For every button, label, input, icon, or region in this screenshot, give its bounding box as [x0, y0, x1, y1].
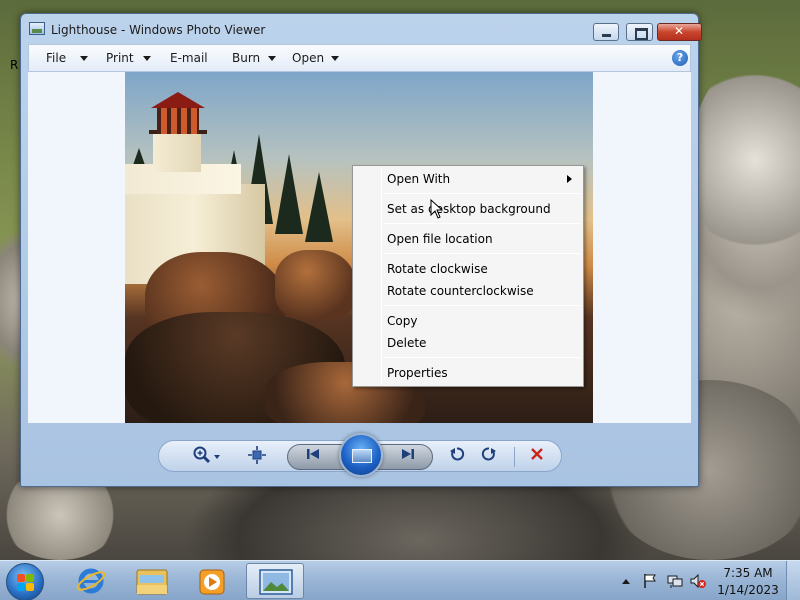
title-bar[interactable]: Lighthouse - Windows Photo Viewer: [21, 14, 702, 42]
windows-media-player-icon[interactable]: [183, 563, 241, 599]
context-menu-set-desktop-background[interactable]: Set as desktop background: [387, 202, 551, 216]
rotate-counterclockwise-icon[interactable]: [445, 445, 469, 467]
minimize-button[interactable]: [593, 23, 619, 41]
actual-size-icon[interactable]: [245, 445, 269, 467]
menu-bar: File Print E-mail Burn Open ?: [28, 44, 691, 72]
context-menu-delete[interactable]: Delete: [387, 336, 426, 350]
context-menu-copy[interactable]: Copy: [387, 314, 417, 328]
toolbar-divider: [514, 447, 515, 467]
rock-shape: [275, 250, 355, 320]
viewer-toolbar: [158, 433, 562, 477]
chevron-down-icon[interactable]: [80, 56, 88, 61]
windows-photo-viewer-icon[interactable]: [246, 563, 304, 599]
menu-file[interactable]: File: [46, 51, 66, 65]
chevron-right-icon: [567, 175, 572, 183]
tree-shape: [305, 172, 333, 242]
zoom-icon[interactable]: [187, 445, 217, 467]
close-button[interactable]: [657, 23, 702, 41]
desktop-text-fragment: R: [10, 58, 19, 72]
slideshow-icon[interactable]: [339, 433, 383, 477]
previous-icon[interactable]: [301, 445, 325, 467]
menu-separator: [383, 305, 581, 306]
context-menu-open-file-location[interactable]: Open file location: [387, 232, 493, 246]
show-desktop-button[interactable]: [786, 561, 800, 600]
menu-separator: [383, 253, 581, 254]
context-menu: Open With Set as desktop background Open…: [352, 165, 584, 387]
chevron-down-icon[interactable]: [214, 455, 220, 459]
context-menu-rotate-clockwise[interactable]: Rotate clockwise: [387, 262, 488, 276]
chevron-down-icon[interactable]: [143, 56, 151, 61]
windows-explorer-icon[interactable]: [123, 563, 181, 599]
next-icon[interactable]: [396, 445, 420, 467]
menu-open[interactable]: Open: [292, 51, 324, 65]
network-icon[interactable]: [667, 573, 683, 589]
maximize-button[interactable]: [626, 23, 653, 41]
menu-separator: [383, 223, 581, 224]
lighthouse-tower: [153, 132, 201, 172]
volume-muted-icon[interactable]: [690, 573, 706, 589]
action-center-icon[interactable]: [642, 573, 658, 589]
clock-time[interactable]: 7:35 AM: [712, 566, 784, 580]
start-button[interactable]: [6, 563, 44, 600]
windows-logo-icon: [17, 574, 35, 592]
photo-viewer-app-icon: [29, 22, 45, 35]
context-menu-gutter: [381, 168, 382, 384]
taskbar: 7:35 AM 1/14/2023: [0, 560, 800, 600]
context-menu-properties[interactable]: Properties: [387, 366, 448, 380]
chevron-down-icon[interactable]: [268, 56, 276, 61]
tree-shape: [275, 154, 303, 234]
window-title: Lighthouse - Windows Photo Viewer: [51, 23, 266, 37]
clock-date[interactable]: 1/14/2023: [712, 583, 784, 597]
internet-explorer-icon[interactable]: [62, 563, 120, 599]
show-hidden-icons[interactable]: [622, 579, 630, 584]
context-menu-rotate-counterclockwise[interactable]: Rotate counterclockwise: [387, 284, 534, 298]
help-icon[interactable]: ?: [672, 50, 688, 66]
menu-email[interactable]: E-mail: [170, 51, 208, 65]
menu-print[interactable]: Print: [106, 51, 134, 65]
lighthouse-roof: [151, 92, 205, 108]
context-menu-open-with[interactable]: Open With: [387, 172, 450, 186]
chevron-down-icon[interactable]: [331, 56, 339, 61]
menu-burn[interactable]: Burn: [232, 51, 260, 65]
delete-icon[interactable]: [525, 445, 549, 467]
menu-separator: [383, 193, 581, 194]
rotate-clockwise-icon[interactable]: [477, 445, 501, 467]
lighthouse-lantern: [157, 106, 199, 134]
menu-separator: [383, 357, 581, 358]
